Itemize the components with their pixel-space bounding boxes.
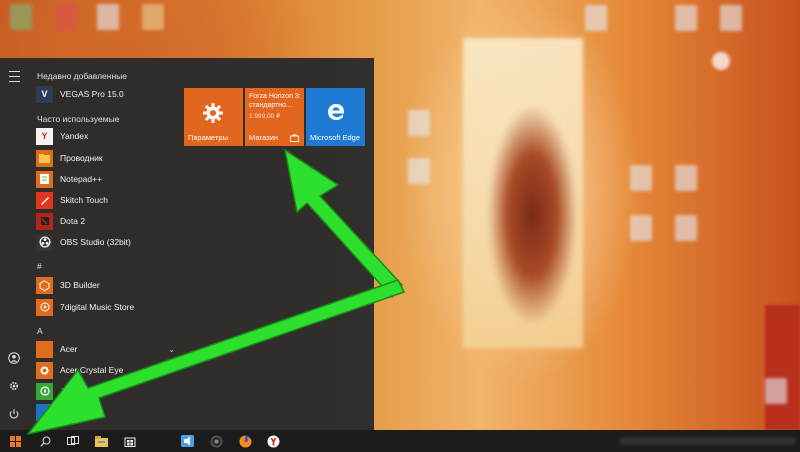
notepad-icon <box>36 170 53 188</box>
section-frequent: Часто используемые <box>37 114 120 124</box>
app-icon <box>36 403 53 421</box>
file-explorer-icon <box>36 149 53 167</box>
yandex-icon[interactable] <box>264 432 282 450</box>
yandex-icon: Y <box>36 127 53 145</box>
app-acer-crystal-eye[interactable]: Acer Crystal Eye <box>36 360 181 380</box>
search-icon[interactable] <box>36 432 54 450</box>
music-icon <box>36 298 53 316</box>
app-label: Acer Crystal Eye <box>60 365 124 375</box>
obs-icon <box>36 233 53 251</box>
app-label: 7digital Music Store <box>60 302 135 312</box>
app-obs[interactable]: OBS Studio (32bit) <box>36 232 181 252</box>
skitch-icon <box>36 191 53 209</box>
desktop-icon[interactable] <box>675 215 697 241</box>
tile-settings[interactable]: Параметры <box>184 88 243 146</box>
desktop-icon[interactable] <box>765 378 787 404</box>
app-label: Acer <box>60 344 78 354</box>
app-explorer[interactable]: Проводник <box>36 148 181 168</box>
taskbar <box>0 430 800 452</box>
desktop-icon[interactable] <box>712 52 730 70</box>
store-icon[interactable] <box>121 432 139 450</box>
windows-start-icon[interactable] <box>6 432 24 450</box>
builder-icon <box>36 276 53 294</box>
app-label: Acer Explorer <box>60 386 112 396</box>
desktop-icon[interactable] <box>585 5 607 31</box>
acer-crystal-eye-icon <box>36 361 53 379</box>
store-live-title: Forza Horizon 3: стандартно... <box>249 93 301 109</box>
desktop-icon[interactable] <box>408 110 430 136</box>
app-label: VEGAS Pro 15.0 <box>60 89 124 99</box>
app-label: Dota 2 <box>60 216 86 226</box>
tile-label: Microsoft Edge <box>310 133 361 142</box>
desktop-icon[interactable] <box>630 215 652 241</box>
tile-label: Параметры <box>188 133 228 142</box>
task-view-icon[interactable] <box>64 432 82 450</box>
vegas-icon: V <box>36 85 53 103</box>
media-icon[interactable] <box>178 432 196 450</box>
tile-label: Магазин <box>249 133 278 142</box>
desktop-icon[interactable] <box>142 4 164 30</box>
app-label: Проводник <box>60 153 103 163</box>
tray-area <box>620 438 795 444</box>
app-label: Skitch Touch <box>60 195 109 205</box>
edge-icon <box>328 104 344 120</box>
app-label: Yandex <box>60 131 89 141</box>
app-list: Недавно добавленные V VEGAS Pro 15.0 Час… <box>30 58 180 430</box>
app-label: Notepad++ <box>60 174 103 184</box>
gear-icon <box>203 103 223 123</box>
app-3d-builder[interactable]: 3D Builder <box>36 275 181 295</box>
user-icon[interactable] <box>0 344 28 372</box>
chevron-down-icon[interactable]: ⌄ <box>168 345 175 354</box>
power-icon[interactable] <box>0 400 28 428</box>
desktop-icon[interactable] <box>97 4 119 30</box>
desktop-icon[interactable] <box>675 5 697 31</box>
app-acer-explorer[interactable]: Acer Explorer <box>36 381 181 401</box>
app-7digital[interactable]: 7digital Music Store <box>36 297 181 317</box>
desktop-icon[interactable] <box>408 158 430 184</box>
desktop-icon[interactable] <box>10 4 32 30</box>
app-dota[interactable]: Dota 2 <box>36 211 181 231</box>
tile-edge[interactable]: Microsoft Edge <box>306 88 365 146</box>
hamburger-icon[interactable] <box>0 62 28 90</box>
app-vegas-pro[interactable]: V VEGAS Pro 15.0 <box>36 84 181 104</box>
wallpaper-door-frame <box>765 305 800 430</box>
folder-icon <box>36 340 53 358</box>
start-rail <box>0 58 28 430</box>
app-label: 3D Builder <box>60 280 100 290</box>
app-yandex[interactable]: Y Yandex <box>36 126 181 146</box>
desktop-icon[interactable] <box>630 165 652 191</box>
gear-icon[interactable] <box>0 372 28 400</box>
app-skitch[interactable]: Skitch Touch <box>36 190 181 210</box>
app-acer-folder[interactable]: Acer ⌄ <box>36 339 181 359</box>
section-recent: Недавно добавленные <box>37 71 127 81</box>
app-notepad[interactable]: Notepad++ <box>36 169 181 189</box>
file-explorer-icon[interactable] <box>92 432 110 450</box>
dota-icon <box>36 212 53 230</box>
acer-explorer-icon <box>36 382 53 400</box>
store-icon <box>290 134 299 142</box>
desktop-icon[interactable] <box>675 165 697 191</box>
desktop-icon[interactable] <box>55 4 77 30</box>
store-live-price: 1 999,00 ₽ <box>249 113 281 120</box>
start-menu: Недавно добавленные V VEGAS Pro 15.0 Час… <box>0 58 374 430</box>
app-label: OBS Studio (32bit) <box>60 237 131 247</box>
desktop-icon[interactable] <box>720 5 742 31</box>
wallpaper-figures <box>485 95 580 335</box>
obs-icon[interactable] <box>207 432 225 450</box>
section-hash: # <box>37 261 42 271</box>
app-partial[interactable] <box>36 402 181 422</box>
firefox-icon[interactable] <box>236 432 254 450</box>
section-a: A <box>37 326 43 336</box>
tile-store[interactable]: Forza Horizon 3: стандартно... 1 999,00 … <box>245 88 304 146</box>
